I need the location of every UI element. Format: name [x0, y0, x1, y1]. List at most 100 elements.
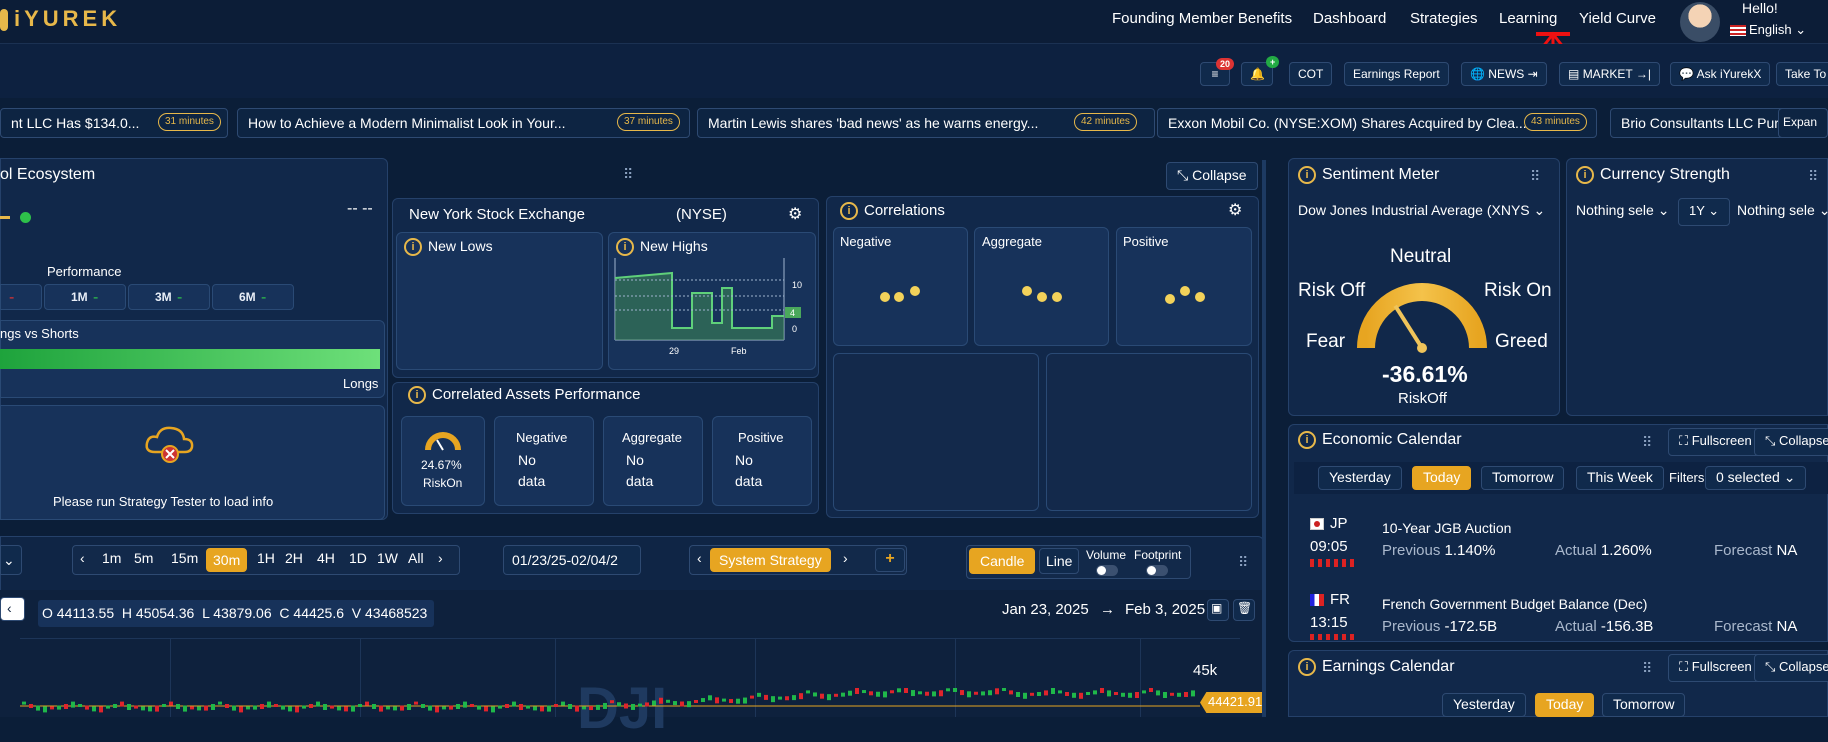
drag-handle-icon[interactable]: ⠿	[623, 166, 634, 183]
candle	[253, 705, 257, 710]
timeframe-1d[interactable]: 1D	[349, 550, 367, 566]
ticker-item[interactable]: Brio Consultants LLC Pur	[1610, 108, 1788, 138]
candle	[435, 706, 439, 713]
period-button-3m[interactable]: 3M -	[128, 284, 210, 310]
candle	[120, 701, 124, 707]
symbol-select[interactable]: ⌄	[0, 545, 22, 575]
drag-handle-icon[interactable]: ⠿	[1642, 660, 1653, 677]
info-icon[interactable]: i	[1576, 166, 1594, 184]
chevron-right-icon[interactable]: ›	[438, 550, 443, 566]
trash-icon[interactable]: 🗑	[1233, 599, 1255, 621]
period-button-1m[interactable]: 1M -	[44, 284, 126, 310]
timeframe-1h[interactable]: 1H	[257, 550, 275, 566]
ask-iyurekx-button[interactable]: 💬 Ask iYurekX	[1670, 62, 1771, 86]
logo[interactable]: iYUREK	[0, 6, 121, 32]
info-icon[interactable]: i	[408, 386, 426, 405]
candle	[204, 705, 208, 711]
jp-flag-icon	[1310, 518, 1324, 530]
candle	[498, 705, 502, 709]
nav-learning[interactable]: Learning	[1499, 10, 1557, 27]
currency-select-1[interactable]: Nothing sele ⌄	[1576, 202, 1669, 219]
timeframe-1m[interactable]: 1m	[102, 550, 121, 566]
info-icon[interactable]: i	[1298, 166, 1316, 184]
candle	[155, 705, 159, 712]
drag-handle-icon[interactable]: ⠿	[1642, 434, 1653, 451]
take-tour-button[interactable]: Take To	[1776, 62, 1828, 86]
nav-dashboard[interactable]: Dashboard	[1313, 10, 1386, 27]
timeframe-4h[interactable]: 4H	[317, 550, 335, 566]
fr-flag-icon	[1310, 594, 1324, 606]
economic-collapse-button[interactable]: ⤡ Collapse	[1754, 428, 1828, 456]
panel-divider[interactable]	[1262, 160, 1266, 717]
candle	[512, 701, 516, 707]
period-button[interactable]: -	[0, 284, 42, 310]
sentiment-asset-select[interactable]: Dow Jones Industrial Average (XNYS ⌄	[1298, 202, 1545, 219]
info-icon[interactable]: i	[616, 238, 634, 257]
nav-yield-curve[interactable]: Yield Curve	[1579, 10, 1656, 27]
drag-handle-icon[interactable]: ⠿	[1808, 168, 1819, 185]
day-yesterday-button[interactable]: Yesterday	[1318, 466, 1402, 490]
correlated-col-name: Negative	[516, 430, 568, 445]
system-strategy-button[interactable]: System Strategy	[710, 548, 831, 572]
date-range-input[interactable]: 01/23/25-02/04/2	[503, 545, 641, 575]
footprint-toggle[interactable]	[1146, 565, 1168, 576]
nav-strategies[interactable]: Strategies	[1410, 10, 1478, 27]
drag-handle-icon[interactable]: ⠿	[1238, 554, 1249, 571]
correlations-col-name: Negative	[840, 234, 892, 249]
new-lows-title: i New Lows	[404, 238, 493, 257]
nav-founding-member[interactable]: Founding Member Benefits	[1112, 10, 1292, 27]
news-button[interactable]: 🌐 NEWS ⇥	[1461, 62, 1547, 86]
nyse-settings-gear-icon[interactable]: ⚙	[788, 204, 802, 224]
earnings-tomorrow-button[interactable]: Tomorrow	[1602, 693, 1686, 717]
day-today-button[interactable]: Today	[1412, 466, 1472, 490]
event-name[interactable]: French Government Budget Balance (Dec)	[1382, 596, 1647, 612]
timeframe-5m[interactable]: 5m	[134, 550, 153, 566]
currency-select-2[interactable]: Nothing sele ⌄	[1737, 202, 1828, 219]
volume-toggle[interactable]	[1096, 565, 1118, 576]
chevron-left-icon[interactable]: ‹	[80, 550, 85, 566]
add-strategy-button[interactable]: +	[875, 548, 905, 572]
drag-handle-icon[interactable]: ⠿	[1530, 168, 1541, 185]
ticker-expand-button[interactable]: Expan	[1778, 108, 1828, 138]
candle	[1002, 688, 1006, 691]
filters-select[interactable]: 0 selected ⌄	[1705, 466, 1807, 490]
earnings-today-button[interactable]: Today	[1535, 693, 1595, 717]
earnings-report-button[interactable]: Earnings Report	[1344, 62, 1449, 86]
currency-period-select[interactable]: 1Y ⌄	[1678, 198, 1731, 226]
timeframe-2h[interactable]: 2H	[285, 550, 303, 566]
info-icon[interactable]: i	[840, 202, 858, 221]
correlations-settings-gear-icon[interactable]: ⚙	[1228, 200, 1242, 220]
info-icon[interactable]: i	[1298, 658, 1316, 676]
period-mark: -	[177, 289, 183, 306]
chevron-right-icon[interactable]: ›	[843, 550, 848, 566]
economic-fullscreen-button[interactable]: ⛶ Fullscreen	[1668, 428, 1763, 456]
info-icon[interactable]: i	[1298, 431, 1316, 449]
sentiment-asset: Dow Jones Industrial Average (XNYS	[1298, 202, 1530, 218]
candle-button[interactable]: Candle	[969, 548, 1036, 574]
candle	[890, 690, 894, 694]
earnings-yesterday-button[interactable]: Yesterday	[1442, 693, 1526, 717]
avatar[interactable]	[1680, 2, 1720, 42]
previous-value: -172.5B	[1444, 618, 1498, 635]
earnings-fullscreen-button[interactable]: ⛶ Fullscreen	[1668, 654, 1763, 682]
chevron-left-icon[interactable]: ‹	[697, 550, 702, 566]
timeframe-30m[interactable]: 30m	[206, 548, 248, 572]
timeframe-15m[interactable]: 15m	[171, 550, 198, 566]
timeframe-1w[interactable]: 1W	[377, 550, 398, 566]
day-tomorrow-button[interactable]: Tomorrow	[1481, 466, 1565, 490]
market-button[interactable]: ▤ MARKET →|	[1559, 62, 1660, 86]
candle	[407, 704, 411, 710]
language-select[interactable]: English ⌄	[1730, 22, 1806, 38]
save-icon[interactable]: ▣	[1207, 599, 1229, 621]
correlated-col-name: Aggregate	[622, 430, 682, 445]
period-button-6m[interactable]: 6M -	[212, 284, 294, 310]
timeframe-all[interactable]: All	[408, 550, 424, 566]
line-button[interactable]: Line	[1039, 548, 1080, 574]
cot-button[interactable]: COT	[1289, 62, 1333, 86]
info-icon[interactable]: i	[404, 238, 422, 257]
day-this-week-button[interactable]: This Week	[1576, 466, 1664, 490]
event-name[interactable]: 10-Year JGB Auction	[1382, 520, 1511, 536]
ecosystem-collapse-button[interactable]: ⤡ Collapse	[1166, 162, 1258, 190]
back-button[interactable]: ‹	[0, 597, 25, 621]
earnings-collapse-button[interactable]: ⤡ Collapse	[1754, 654, 1828, 682]
